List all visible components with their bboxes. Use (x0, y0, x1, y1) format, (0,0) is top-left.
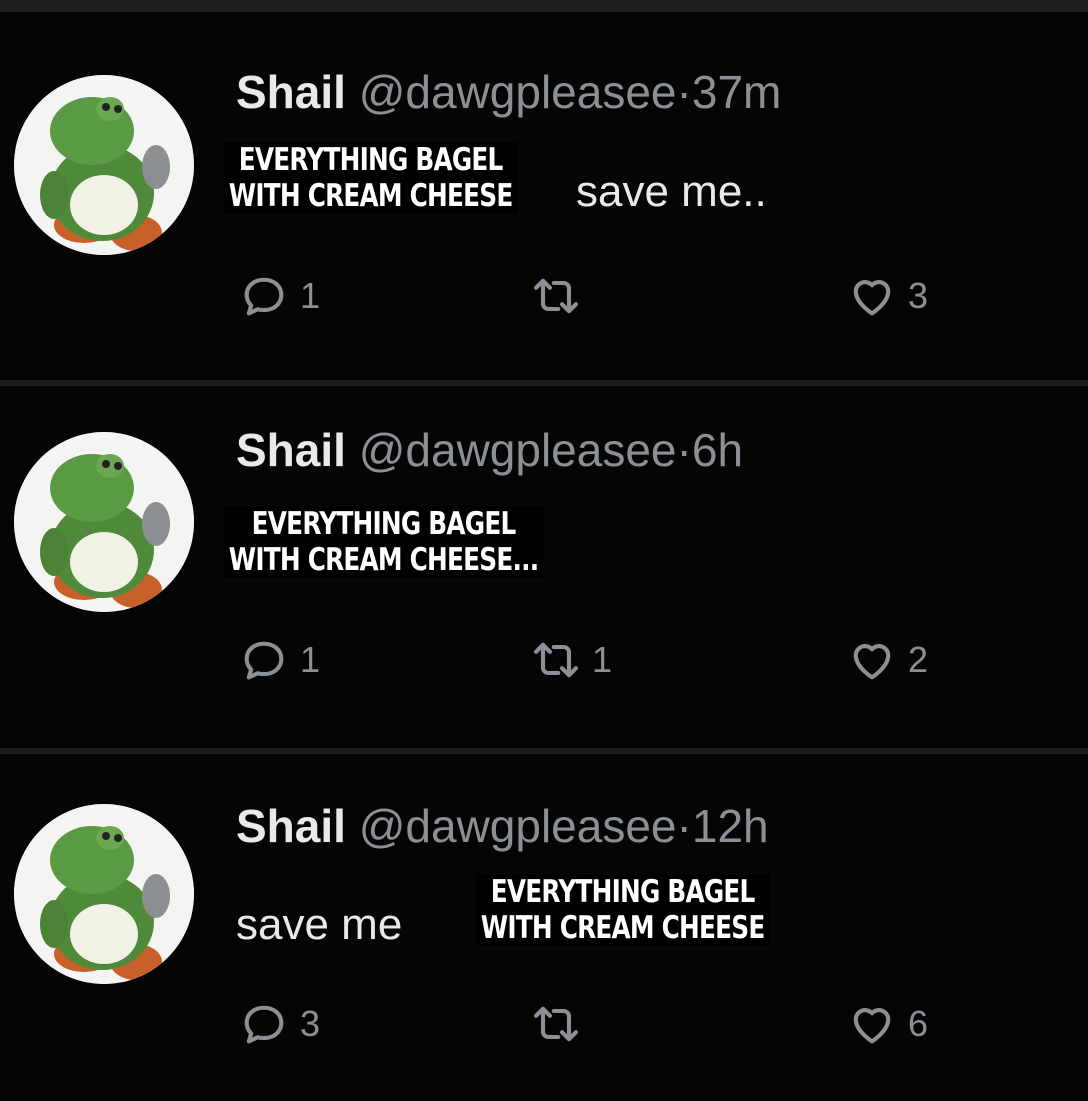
like-button[interactable]: 6 (846, 994, 928, 1054)
tweet-3[interactable]: Shail @dawgpleasee·12h save me EVERYTHIN… (0, 754, 1088, 1101)
caption-line-2: WITH CREAM CHEESE... (228, 542, 539, 578)
tweet-header: Shail @dawgpleasee·12h (236, 798, 769, 854)
caption-line-1: EVERYTHING BAGEL (490, 874, 756, 910)
reply-icon (244, 277, 284, 316)
frog-avatar-icon (14, 432, 194, 612)
tweet-text: save me (236, 900, 403, 949)
reply-button[interactable]: 3 (238, 994, 320, 1054)
reply-icon (244, 1005, 284, 1044)
retweet-icon (534, 642, 578, 678)
heart-icon (853, 1008, 891, 1044)
separator: · (676, 66, 692, 118)
display-name[interactable]: Shail (236, 66, 346, 118)
retweet-button[interactable] (530, 266, 592, 326)
caption-overlay: EVERYTHING BAGEL WITH CREAM CHEESE... (224, 506, 544, 578)
tweet-text: save me.. (576, 167, 767, 216)
like-button[interactable]: 3 (846, 266, 928, 326)
tweet-1[interactable]: Shail @dawgpleasee·37m save me.. EVERYTH… (0, 12, 1088, 380)
handle[interactable]: @dawgpleasee (359, 424, 677, 476)
separator: · (676, 424, 692, 476)
tweet-header: Shail @dawgpleasee·6h (236, 422, 743, 478)
display-name[interactable]: Shail (236, 424, 346, 476)
like-count: 2 (908, 639, 929, 680)
retweet-icon (534, 278, 578, 314)
timestamp[interactable]: 12h (692, 800, 769, 852)
retweet-icon (534, 1006, 578, 1042)
reply-icon (244, 641, 284, 680)
caption-line-2: WITH CREAM CHEESE (228, 178, 513, 214)
tweet-actions: 1 1 2 (0, 630, 1088, 690)
retweet-button[interactable]: 1 (530, 630, 612, 690)
frog-avatar-icon (14, 804, 194, 984)
avatar[interactable] (14, 432, 194, 612)
reply-button[interactable]: 1 (238, 266, 320, 326)
separator: · (676, 800, 692, 852)
caption-line-2: WITH CREAM CHEESE (480, 910, 765, 946)
caption-overlay: EVERYTHING BAGEL WITH CREAM CHEESE (224, 142, 518, 214)
heart-icon (853, 644, 891, 680)
caption-line-1: EVERYTHING BAGEL (238, 142, 504, 178)
tweet-actions: 1 3 (0, 266, 1088, 326)
retweet-button[interactable] (530, 994, 592, 1054)
tweet-header: Shail @dawgpleasee·37m (236, 64, 781, 120)
handle[interactable]: @dawgpleasee (359, 66, 677, 118)
caption-line-1: EVERYTHING BAGEL (251, 506, 517, 542)
like-count: 3 (908, 275, 929, 316)
top-edge-bar (0, 0, 1088, 12)
handle[interactable]: @dawgpleasee (359, 800, 677, 852)
caption-overlay: EVERYTHING BAGEL WITH CREAM CHEESE (476, 874, 770, 946)
heart-icon (853, 280, 891, 316)
frog-avatar-icon (14, 75, 194, 255)
avatar[interactable] (14, 804, 194, 984)
tweet-2[interactable]: Shail @dawgpleasee·6h EVERYTHING BAGEL W… (0, 386, 1088, 748)
like-button[interactable]: 2 (846, 630, 928, 690)
like-count: 6 (908, 1003, 929, 1044)
retweet-count: 1 (592, 639, 613, 680)
tweet-actions: 3 6 (0, 994, 1088, 1054)
reply-count: 1 (300, 275, 321, 316)
avatar[interactable] (14, 75, 194, 255)
reply-button[interactable]: 1 (238, 630, 320, 690)
reply-count: 1 (300, 639, 321, 680)
timestamp[interactable]: 6h (692, 424, 743, 476)
timestamp[interactable]: 37m (692, 66, 781, 118)
reply-count: 3 (300, 1003, 321, 1044)
display-name[interactable]: Shail (236, 800, 346, 852)
